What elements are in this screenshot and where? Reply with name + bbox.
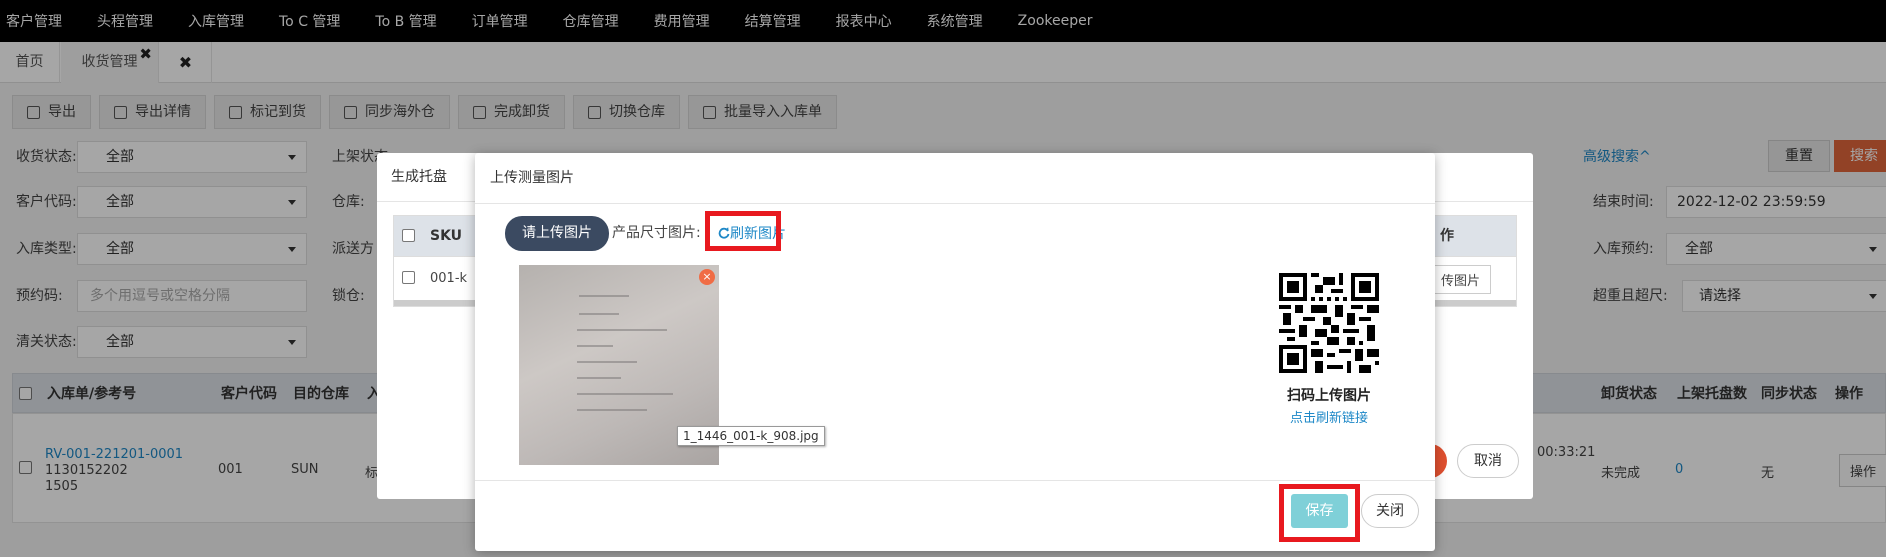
pallet-row-checkbox[interactable] [402,271,415,284]
photo-text-line [577,329,667,331]
qr-code-image [1279,273,1379,373]
filename-tooltip: 1_1446_001-k_908.jpg [677,426,825,446]
photo-text-line [577,409,647,411]
save-button[interactable]: 保存 [1291,494,1348,528]
dimension-image-label: 产品尺寸图片: [612,225,701,241]
col-pallet-action: 作 [1440,228,1454,244]
cell-sku: 001-k [430,271,468,286]
photo-text-line [577,393,673,395]
upload-modal-title: 上传测量图片 [490,170,574,186]
col-sku: SKU [430,228,463,244]
divider [475,480,1435,481]
photo-text-line [577,345,613,347]
pallet-select-all-checkbox[interactable] [402,229,415,242]
pallet-modal-title: 生成托盘 [391,169,447,185]
divider [475,203,1435,204]
upload-modal: 上传测量图片 请上传图片 产品尺寸图片: 刷新图片 × 1_1446_001-k… [475,153,1435,551]
photo-text-line [579,295,629,297]
close-button[interactable]: 关闭 [1361,494,1419,528]
photo-text-line [577,361,637,363]
cancel-button[interactable]: 取消 [1457,444,1519,478]
photo-text-line [577,377,621,379]
delete-photo-icon[interactable]: × [699,269,715,285]
refresh-link-button[interactable]: 点击刷新链接 [1235,407,1423,426]
upload-image-button[interactable]: 传图片 [1430,265,1492,294]
scan-upload-text: 扫码上传图片 [1287,388,1371,404]
highlight-box-refresh [705,211,781,251]
upload-image-button[interactable]: 请上传图片 [505,216,609,251]
photo-text-line [579,313,619,315]
